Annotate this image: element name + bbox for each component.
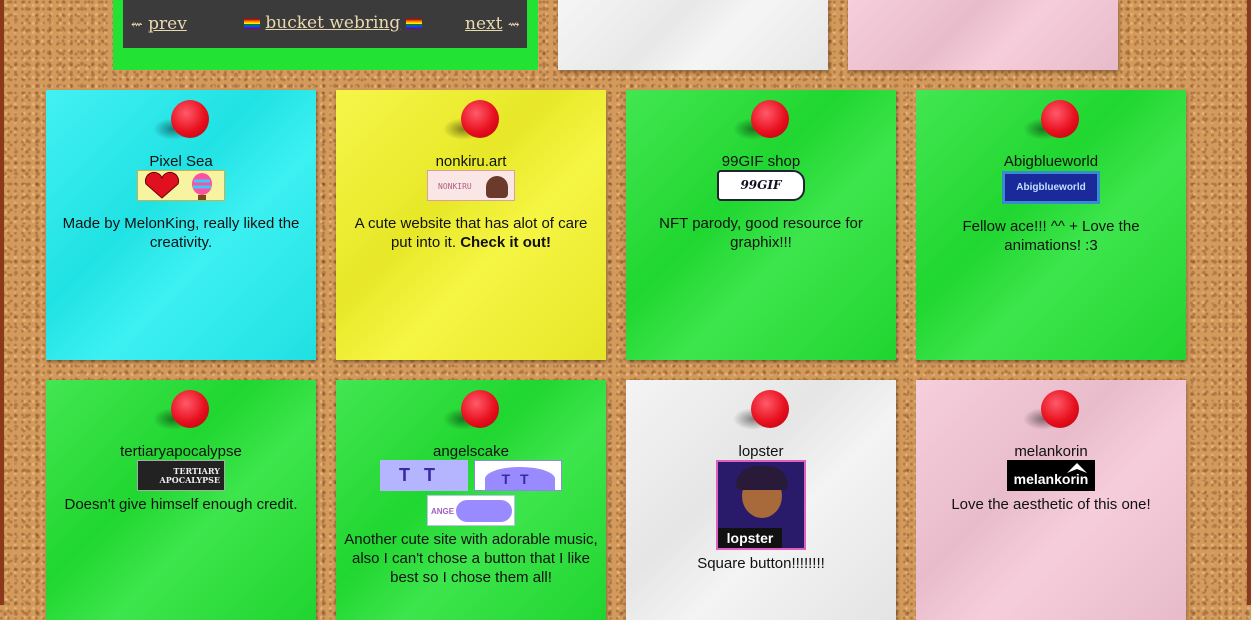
site-description: Fellow ace!!! ^^ + Love the animations! … <box>962 218 1140 254</box>
site-description: Square button!!!!!!!! <box>697 555 825 572</box>
sticky-note: 99GIF shop 99GIF SHOP NFT parody, good r… <box>626 90 896 360</box>
site-buttons: TT TT ANGE <box>336 460 606 526</box>
site-description: Doesn't give himself enough credit. <box>64 496 298 513</box>
button-text: 99GIF SHOP <box>740 178 782 192</box>
site-button[interactable] <box>137 170 225 201</box>
pride-flag-icon <box>405 18 422 29</box>
button-text: NONKIRU <box>438 182 472 191</box>
site-description: NFT parody, good resource for graphix!!! <box>659 215 863 251</box>
pushpin-icon <box>441 388 501 436</box>
button-text: melankorin <box>1013 471 1089 487</box>
pushpin-icon <box>1021 98 1081 146</box>
pushpin-icon <box>731 388 791 436</box>
sticky-note: angelscake TT TT ANGE Another cute site … <box>336 380 606 620</box>
webring-title[interactable]: bucket webring <box>244 13 422 33</box>
site-buttons: Abigblueworld <box>916 171 1186 204</box>
sticky-note: Pixel Sea Made by MelonKing, really like… <box>46 90 316 360</box>
site-button[interactable]: NONKIRU <box>427 170 515 201</box>
site-name: Abigblueworld <box>1003 153 1099 170</box>
site-name: 99GIF shop <box>721 153 801 170</box>
prev-link[interactable]: prev <box>148 14 187 34</box>
site-buttons: melankorin <box>916 460 1186 491</box>
site-description: Another cute site with adorable music, a… <box>344 531 598 586</box>
sticky-note: lopster lopster Square button!!!!!!!! <box>626 380 896 620</box>
prev-arrow-icon: ⇜ <box>131 17 143 33</box>
button-text: Abigblueworld <box>1016 182 1086 193</box>
hair-icon <box>736 466 788 490</box>
site-name: angelscake <box>433 443 509 460</box>
next-link[interactable]: next <box>465 14 502 34</box>
emphasis-text: Check it out! <box>460 234 552 251</box>
button-text: ANGE <box>431 507 455 516</box>
site-button[interactable]: TT <box>474 460 562 491</box>
pushpin-icon <box>1021 388 1081 436</box>
site-button[interactable]: TT <box>380 460 468 491</box>
site-name: tertiaryapocalypse <box>120 443 242 460</box>
sticky-note-top <box>848 0 1118 70</box>
button-text: TERTIARY APOCALYPSE <box>159 466 220 485</box>
site-buttons: 99GIF SHOP <box>626 170 896 201</box>
sticky-note-top <box>558 0 828 70</box>
site-buttons: TERTIARY APOCALYPSE <box>46 460 316 491</box>
sticky-note: melankorin melankorin Love the aesthetic… <box>916 380 1186 620</box>
site-buttons: lopster <box>626 460 896 550</box>
pushpin-icon <box>151 388 211 436</box>
cat-face-icon: TT <box>485 467 555 490</box>
site-button[interactable]: TERTIARY APOCALYPSE <box>137 460 225 491</box>
pride-flag-icon <box>244 18 260 29</box>
site-buttons: NONKIRU <box>336 170 606 201</box>
sticky-note: Abigblueworld Abigblueworld Fellow ace!!… <box>916 90 1186 360</box>
site-button[interactable]: lopster <box>716 460 806 550</box>
cat-face-icon: TT <box>399 465 449 485</box>
site-name: lopster <box>738 443 784 460</box>
cat-icon <box>456 500 512 522</box>
site-description: A cute website that has alot of care put… <box>354 215 588 251</box>
site-button[interactable]: 99GIF SHOP <box>717 170 805 201</box>
webring-prev[interactable]: ⇜ prev <box>131 14 187 34</box>
site-description: Love the aesthetic of this one! <box>951 496 1151 513</box>
webring-title-link[interactable]: bucket webring <box>265 13 400 33</box>
site-name: melankorin <box>1014 443 1088 460</box>
heart-balloon-icon <box>144 171 212 200</box>
site-name: Pixel Sea <box>149 153 213 170</box>
pushpin-icon <box>441 98 501 146</box>
sticky-note: nonkiru.art NONKIRU A cute website that … <box>336 90 606 360</box>
sticky-note: tertiaryapocalypse TERTIARY APOCALYPSE D… <box>46 380 316 620</box>
pushpin-icon <box>731 98 791 146</box>
webring-next[interactable]: next ⇝ <box>465 14 520 34</box>
site-button[interactable]: melankorin <box>1007 460 1095 491</box>
next-arrow-icon: ⇝ <box>507 17 520 33</box>
site-button[interactable]: Abigblueworld <box>1002 171 1100 204</box>
webring-note: ⇜ prev bucket webring next ⇝ <box>113 0 538 70</box>
site-button[interactable]: ANGE <box>427 495 515 526</box>
site-description: Made by MelonKing, really liked the crea… <box>62 215 300 251</box>
button-text: lopster <box>718 528 782 548</box>
pushpin-icon <box>151 98 211 146</box>
site-buttons <box>46 170 316 201</box>
site-name: nonkiru.art <box>435 153 507 170</box>
webring-bar: ⇜ prev bucket webring next ⇝ <box>123 0 527 48</box>
character-icon <box>486 176 508 198</box>
